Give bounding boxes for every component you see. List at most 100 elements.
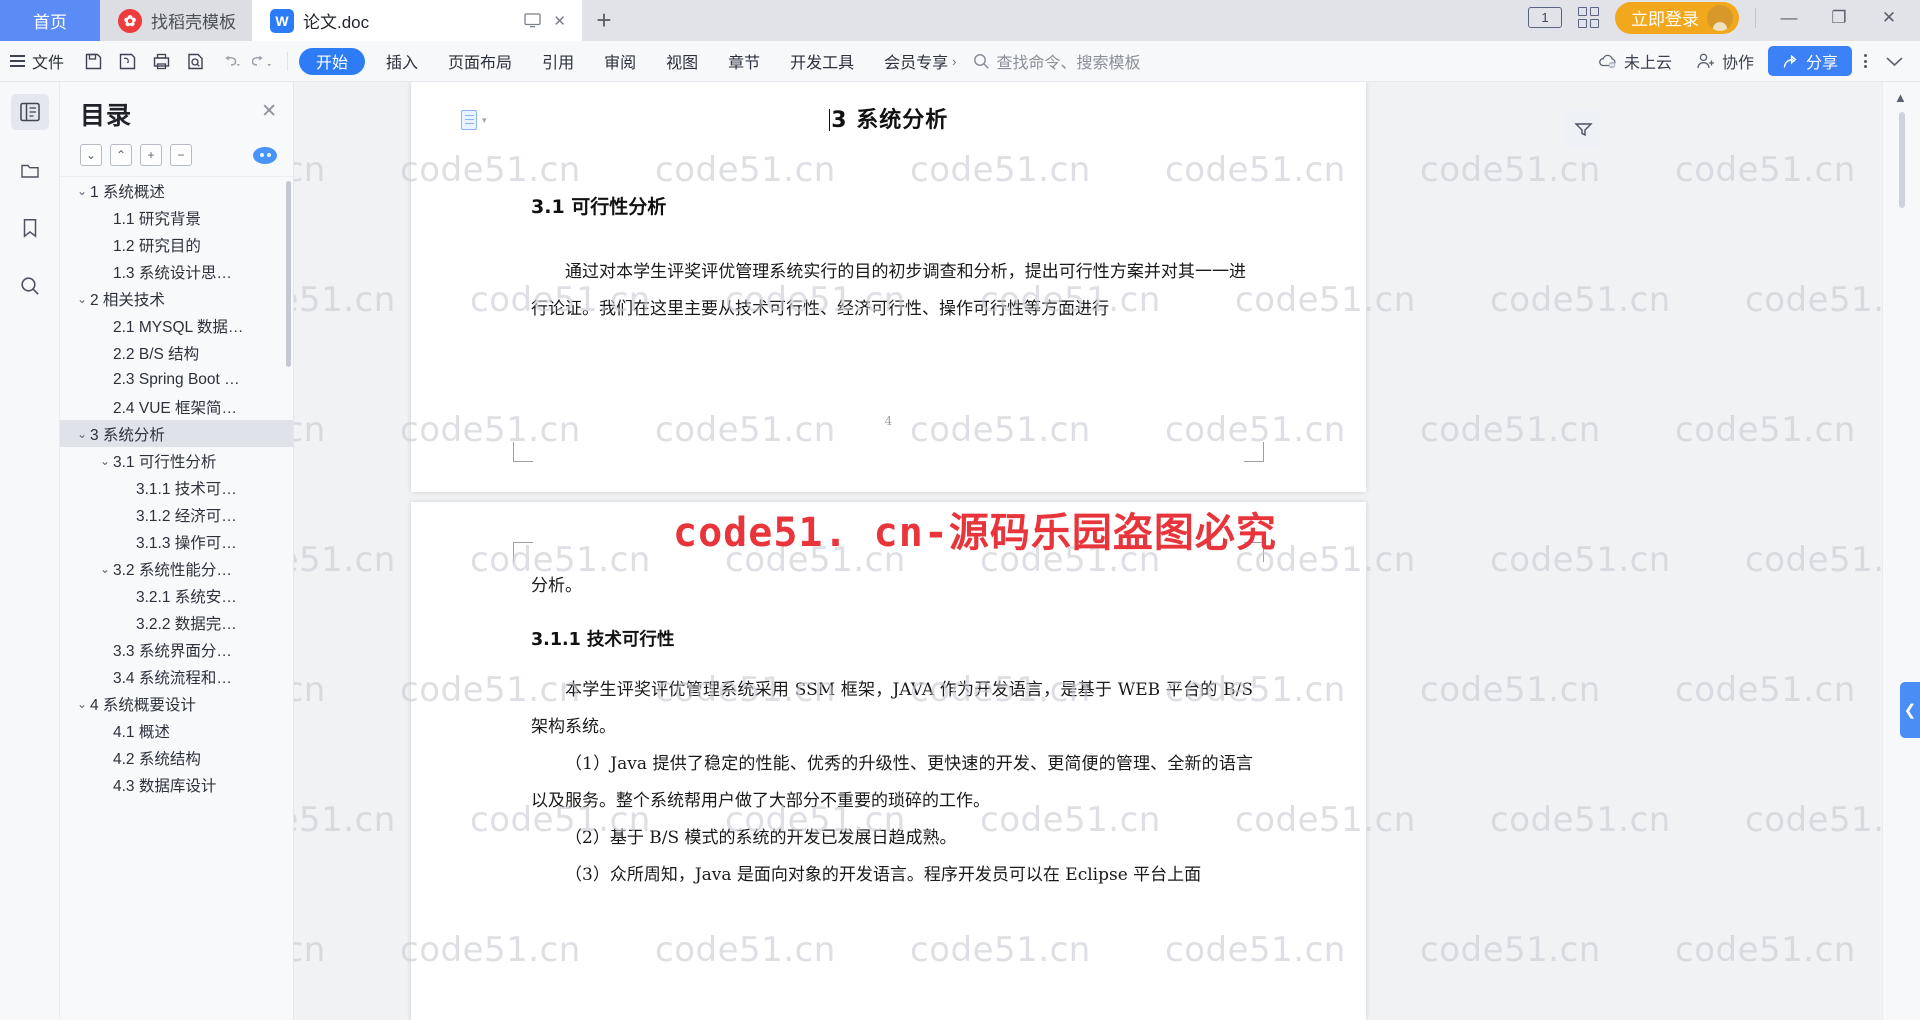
doc-paragraph: 本学生评奖评优管理系统采用 SSM 框架，JAVA 作为开发语言，是基于 WEB…	[531, 680, 1253, 737]
page-count-indicator[interactable]: 1	[1528, 7, 1562, 28]
toc-item[interactable]: ⌄ 3 系统分析	[60, 420, 293, 447]
tab-page-layout[interactable]: 页面布局	[433, 41, 527, 82]
toc-item[interactable]: ⌄2.1 MYSQL 数据…	[60, 312, 293, 339]
undo-icon[interactable]	[212, 45, 246, 77]
add-user-icon	[1697, 53, 1714, 69]
close-window-button[interactable]: ✕	[1872, 4, 1906, 32]
tab-label: 论文.doc	[303, 13, 370, 32]
toc-item-label: 4.3 数据库设计	[113, 777, 217, 795]
toc-item[interactable]: ⌄3.1.2 经济可…	[60, 501, 293, 528]
toc-item[interactable]: ⌄4.3 数据库设计	[60, 771, 293, 798]
maximize-button[interactable]: ❐	[1822, 4, 1856, 32]
redo-icon[interactable]	[246, 45, 280, 77]
expand-down-button[interactable]: ⌄	[80, 144, 102, 166]
toc-item[interactable]: ⌄ 3.2 系统性能分…	[60, 555, 293, 582]
toggle-visibility-icon[interactable]	[253, 146, 277, 164]
new-tab-button[interactable]: +	[582, 0, 626, 41]
toc-item[interactable]: ⌄1.2 研究目的	[60, 231, 293, 258]
add-level-button[interactable]: +	[140, 144, 162, 166]
chevron-right-icon[interactable]: ›	[952, 54, 966, 69]
doc-paragraph: 分析。	[531, 576, 582, 596]
doc-heading-1: 3 系统分析	[411, 102, 1366, 134]
close-tab-icon[interactable]: ✕	[553, 12, 566, 30]
toc-item[interactable]: ⌄ 1 系统概述	[60, 177, 293, 204]
tab-review[interactable]: 审阅	[589, 41, 651, 82]
toc-item[interactable]: ⌄ 4 系统概要设计	[60, 690, 293, 717]
tab-vip[interactable]: 会员专享	[869, 41, 952, 82]
print-icon[interactable]	[144, 45, 178, 77]
tab-dev-tools[interactable]: 开发工具	[775, 41, 869, 82]
chevron-up-icon[interactable]: ▲	[1894, 90, 1907, 105]
tab-view[interactable]: 视图	[651, 41, 713, 82]
present-screen-icon[interactable]	[524, 13, 542, 28]
thumbnails-icon[interactable]	[11, 152, 49, 188]
search-panel-icon[interactable]	[11, 268, 49, 304]
toc-item[interactable]: ⌄2.2 B/S 结构	[60, 339, 293, 366]
login-button[interactable]: 立即登录	[1615, 1, 1739, 34]
document-page[interactable]: 分析。 3.1.1 技术可行性 本学生评奖评优管理系统采用 SSM 框架，JAV…	[411, 502, 1366, 1020]
toc-item[interactable]: ⌄3.1.1 技术可…	[60, 474, 293, 501]
toc-item[interactable]: ⌄3.2.1 系统安…	[60, 582, 293, 609]
divider	[287, 51, 289, 71]
chevron-down-icon[interactable]: ⌄	[97, 454, 113, 468]
search-command-box[interactable]: 查找命令、搜索模板	[973, 49, 1141, 73]
toc-item[interactable]: ⌄2.3 Spring Boot …	[60, 366, 293, 393]
menu-burger-icon	[10, 55, 25, 67]
tab-find-templates[interactable]: ✿ 找稻壳模板	[100, 0, 252, 41]
tab-references[interactable]: 引用	[527, 41, 589, 82]
page-number: 4	[884, 414, 893, 428]
toc-item[interactable]: ⌄3.3 系统界面分…	[60, 636, 293, 663]
toc-item-label: 1 系统概述	[90, 183, 165, 201]
toc-item-label: 2.2 B/S 结构	[113, 345, 200, 363]
toc-item[interactable]: ⌄ 3.1 可行性分析	[60, 447, 293, 474]
minimize-button[interactable]: —	[1772, 4, 1806, 32]
filter-view-button[interactable]	[1564, 110, 1602, 148]
share-button[interactable]: 分享	[1767, 46, 1852, 76]
collapse-up-button[interactable]: ⌃	[110, 144, 132, 166]
toc-item[interactable]: ⌄4.2 系统结构	[60, 744, 293, 771]
tab-sections[interactable]: 章节	[713, 41, 775, 82]
save-icon[interactable]	[76, 45, 110, 77]
home-tab-label: 首页	[33, 13, 67, 32]
close-toc-icon[interactable]: ✕	[261, 102, 277, 121]
side-panel-toggle[interactable]: ❮	[1900, 682, 1920, 738]
home-tab[interactable]: 首页	[0, 0, 100, 41]
toc-item-label: 3.1.3 操作可…	[136, 534, 237, 552]
chevron-down-icon[interactable]: ⌄	[74, 292, 90, 306]
bookmark-icon[interactable]	[11, 210, 49, 246]
chevron-down-icon[interactable]: ⌄	[97, 562, 113, 576]
cloud-status-button[interactable]: 未上云	[1588, 45, 1682, 77]
collapse-ribbon-button[interactable]	[1879, 45, 1910, 77]
chevron-down-icon[interactable]: ⌄	[74, 427, 90, 441]
more-options-button[interactable]	[1856, 45, 1875, 77]
toc-item-label: 4 系统概要设计	[90, 696, 196, 714]
chevron-down-icon[interactable]: ⌄	[74, 697, 90, 711]
file-menu-button[interactable]: 文件	[0, 49, 76, 73]
toc-item[interactable]: ⌄2.4 VUE 框架简…	[60, 393, 293, 420]
toc-item[interactable]: ⌄3.2.2 数据完…	[60, 609, 293, 636]
toc-item[interactable]: ⌄4.1 概述	[60, 717, 293, 744]
tab-start[interactable]: 开始	[299, 47, 366, 75]
print-preview-icon[interactable]	[178, 45, 212, 77]
toc-item[interactable]: ⌄1.3 系统设计思…	[60, 258, 293, 285]
right-rail: ▲	[1882, 82, 1920, 1020]
outline-panel-icon[interactable]	[10, 94, 49, 130]
collaborate-button[interactable]: 协作	[1686, 45, 1764, 77]
doc-paragraph: （2）基于 B/S 模式的系统的开发已发展日趋成熟。	[565, 828, 957, 848]
remove-level-button[interactable]: −	[170, 144, 192, 166]
toc-item-list[interactable]: ⌄1 系统概述⌄1.1 研究背景⌄1.2 研究目的⌄1.3 系统设计思…⌄2 相…	[60, 176, 293, 1020]
toc-scrollbar[interactable]	[286, 181, 291, 367]
toc-item-label: 2.3 Spring Boot …	[113, 370, 240, 388]
toc-item[interactable]: ⌄1.1 研究背景	[60, 204, 293, 231]
document-page[interactable]: ▾ 3 系统分析 3.1 可行性分析 通过对本学生评奖评优管理系统实行的目的初步…	[411, 82, 1366, 492]
document-scrollbar[interactable]	[1898, 112, 1905, 208]
chevron-down-icon[interactable]: ⌄	[74, 184, 90, 198]
app-grid-icon[interactable]	[1578, 7, 1599, 28]
toc-item[interactable]: ⌄3.4 系统流程和…	[60, 663, 293, 690]
tab-insert[interactable]: 插入	[371, 41, 433, 82]
toc-item[interactable]: ⌄3.1.3 操作可…	[60, 528, 293, 555]
save-as-icon[interactable]	[110, 45, 144, 77]
toc-item[interactable]: ⌄ 2 相关技术	[60, 285, 293, 312]
document-canvas[interactable]: ▾ 3 系统分析 3.1 可行性分析 通过对本学生评奖评优管理系统实行的目的初步…	[294, 82, 1882, 1020]
tab-document-active[interactable]: W 论文.doc ✕	[252, 0, 582, 41]
